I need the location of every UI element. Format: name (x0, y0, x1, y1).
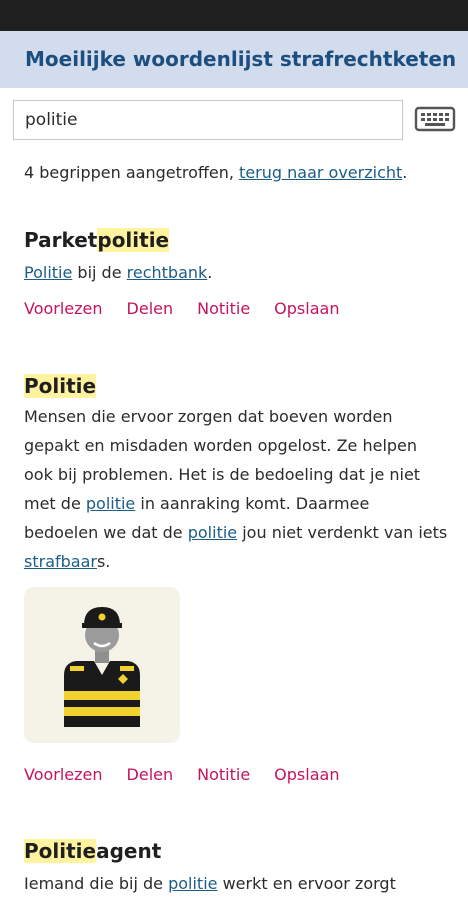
police-officer-illustration (24, 587, 180, 743)
definition-text: . (207, 263, 213, 282)
search-input[interactable] (13, 100, 403, 140)
definition-text: Iemand die bij de (24, 874, 169, 893)
read-aloud-button[interactable]: Voorlezen (24, 765, 103, 784)
entry-definition: Iemand die bij de politie werkt en ervoo… (24, 869, 448, 898)
keyboard-icon (414, 106, 456, 132)
entry-title-highlight: Politie (24, 839, 97, 863)
definition-text: werkt en ervoor zorgt (217, 874, 396, 893)
result-count-text: 4 begrippen aangetroffen, (24, 163, 240, 182)
definition-text: s. (96, 552, 111, 571)
entry-actions: Voorlezen Delen Notitie Opslaan (24, 765, 448, 784)
entry-title: Politie (24, 373, 448, 399)
definition-link[interactable]: Politie (24, 263, 72, 282)
entry-politie: Politie Mensen die ervoor zorgen dat boe… (24, 373, 448, 784)
entry-definition: Politie bij de rechtbank. (24, 258, 448, 287)
definition-text: jou niet verdenkt van iets (237, 523, 448, 542)
note-button[interactable]: Notitie (197, 765, 250, 784)
entry-parketpolitie: Parketpolitie Politie bij de rechtbank. … (24, 227, 448, 318)
definition-text: bij de (72, 263, 127, 282)
read-aloud-button[interactable]: Voorlezen (24, 299, 103, 318)
entry-title: Parketpolitie (24, 227, 448, 253)
share-button[interactable]: Delen (127, 299, 174, 318)
summary-suffix: . (402, 163, 408, 182)
result-summary: 4 begrippen aangetroffen, terug naar ove… (24, 163, 407, 182)
entry-title-text: Parket (24, 228, 98, 252)
definition-link[interactable]: politie (188, 523, 237, 542)
save-button[interactable]: Opslaan (274, 299, 339, 318)
app-header: Moeilijke woordenlijst strafrechtketen (0, 31, 468, 88)
definition-link[interactable]: strafbaar (24, 552, 97, 571)
keyboard-button[interactable] (414, 103, 456, 135)
entry-title-highlight: politie (97, 228, 170, 252)
entry-actions: Voorlezen Delen Notitie Opslaan (24, 299, 448, 318)
status-bar (0, 0, 468, 31)
share-button[interactable]: Delen (127, 765, 174, 784)
entry-title: Politieagent (24, 838, 448, 864)
definition-link[interactable]: politie (168, 874, 217, 893)
entry-politieagent: Politieagent Iemand die bij de politie w… (24, 838, 448, 898)
police-officer-icon (64, 607, 140, 727)
back-to-overview-link[interactable]: terug naar overzicht (239, 163, 402, 182)
save-button[interactable]: Opslaan (274, 765, 339, 784)
entry-title-highlight: Politie (24, 374, 97, 398)
definition-link[interactable]: politie (86, 494, 135, 513)
entry-definition: Mensen die ervoor zorgen dat boeven word… (24, 402, 448, 576)
note-button[interactable]: Notitie (197, 299, 250, 318)
definition-link[interactable]: rechtbank (127, 263, 208, 282)
entry-title-text: agent (96, 839, 162, 863)
app-title: Moeilijke woordenlijst strafrechtketen (25, 47, 457, 71)
